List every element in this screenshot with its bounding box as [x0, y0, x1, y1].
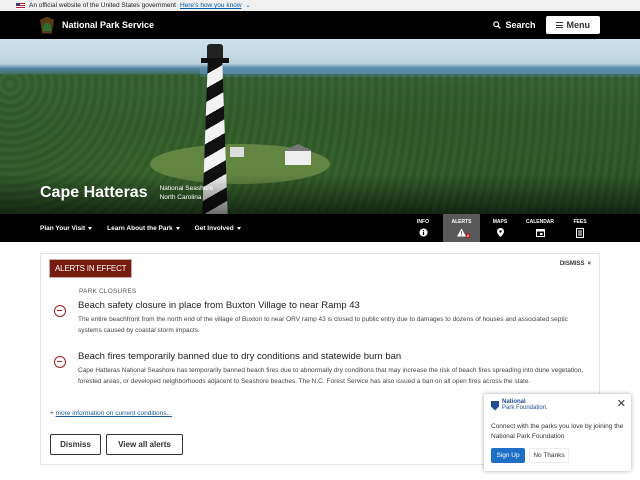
caret-down-icon	[88, 226, 93, 230]
menu-label: Menu	[566, 20, 591, 30]
chevron-down-icon[interactable]: ⌄	[246, 2, 251, 9]
park-subnav: Plan Your Visit Learn About the Park Get…	[0, 214, 640, 242]
alert-body: Cape Hatteras National Seashore has temp…	[78, 367, 584, 385]
alert-item: Beach safety closure in place from Buxto…	[54, 300, 584, 336]
park-designation: National Seashore	[159, 185, 214, 192]
dismiss-button[interactable]: Dismiss	[50, 434, 101, 455]
no-entry-icon	[54, 356, 66, 368]
park-state: North Carolina	[159, 194, 202, 201]
close-icon[interactable]: ✕	[617, 397, 626, 410]
dismiss-alerts-link[interactable]: DISMISS ×	[560, 261, 591, 267]
hamburger-icon	[555, 22, 563, 28]
nav-learn-about-the-park[interactable]: Learn About the Park	[107, 225, 180, 232]
quick-calendar[interactable]: CALENDAR	[520, 214, 560, 242]
alerts-in-effect-tag: ALERTS IN EFFECT	[49, 259, 133, 278]
alert-count-badge: 2	[465, 233, 470, 238]
search-button[interactable]: Search	[493, 20, 536, 30]
calendar-icon	[535, 228, 545, 237]
gov-banner-text: An official website of the United States…	[29, 2, 176, 9]
no-thanks-button[interactable]: No Thanks	[529, 448, 569, 463]
quick-info[interactable]: INFO	[403, 214, 443, 242]
map-pin-icon	[496, 228, 505, 237]
fees-icon	[576, 227, 585, 238]
site-header: National Park Service Search Menu	[0, 11, 640, 39]
gov-banner-link[interactable]: Here's how you know	[180, 2, 242, 9]
quick-alerts[interactable]: ALERTS 2	[443, 214, 480, 242]
close-icon: ×	[587, 261, 591, 267]
alert-body: The entire beachfront from the north end…	[78, 316, 568, 334]
nav-plan-your-visit[interactable]: Plan Your Visit	[40, 225, 93, 232]
quick-fees[interactable]: FEES	[560, 214, 600, 242]
info-icon	[418, 228, 428, 237]
gov-banner: An official website of the United States…	[0, 0, 640, 11]
menu-button[interactable]: Menu	[545, 16, 600, 34]
alert-category: PARK CLOSURES	[79, 288, 137, 295]
search-icon	[493, 21, 502, 29]
alert-title[interactable]: Beach fires temporarily banned due to dr…	[78, 351, 584, 362]
caret-down-icon	[175, 226, 180, 230]
quick-maps[interactable]: MAPS	[480, 214, 520, 242]
park-name[interactable]: Cape Hatteras	[40, 184, 148, 202]
alert-title[interactable]: Beach safety closure in place from Buxto…	[78, 300, 584, 311]
caret-down-icon	[236, 226, 241, 230]
view-all-alerts-button[interactable]: View all alerts	[106, 434, 183, 455]
no-entry-icon	[54, 305, 66, 317]
plus-icon: +	[50, 410, 54, 417]
alert-item: Beach fires temporarily banned due to dr…	[54, 351, 584, 387]
hero-banner: Cape Hatteras National Seashore North Ca…	[0, 39, 640, 214]
park-title-block: Cape Hatteras National Seashore North Ca…	[40, 184, 213, 202]
nps-arrowhead-logo-icon	[40, 16, 54, 34]
nps-home-link[interactable]: National Park Service	[40, 16, 155, 34]
us-flag-icon	[16, 2, 25, 9]
npf-message: Connect with the parks you love by joini…	[491, 423, 624, 440]
more-conditions-link[interactable]: + more information on current conditions…	[50, 410, 172, 417]
npf-shield-icon	[491, 400, 499, 411]
npf-logo: National Park Foundation.	[491, 399, 548, 412]
brand-name: National Park Service	[62, 20, 155, 30]
npf-logo-line2: Park Foundation.	[502, 405, 548, 411]
alert-icon: 2	[457, 228, 470, 238]
npf-signup-popup: National Park Foundation. ✕ Connect with…	[484, 394, 631, 471]
sign-up-button[interactable]: Sign Up	[491, 448, 525, 463]
more-conditions-text: more information on current conditions..…	[55, 410, 172, 417]
hero-keepers-house	[283, 144, 313, 165]
search-label: Search	[505, 20, 536, 30]
nav-get-involved[interactable]: Get Involved	[195, 225, 241, 232]
